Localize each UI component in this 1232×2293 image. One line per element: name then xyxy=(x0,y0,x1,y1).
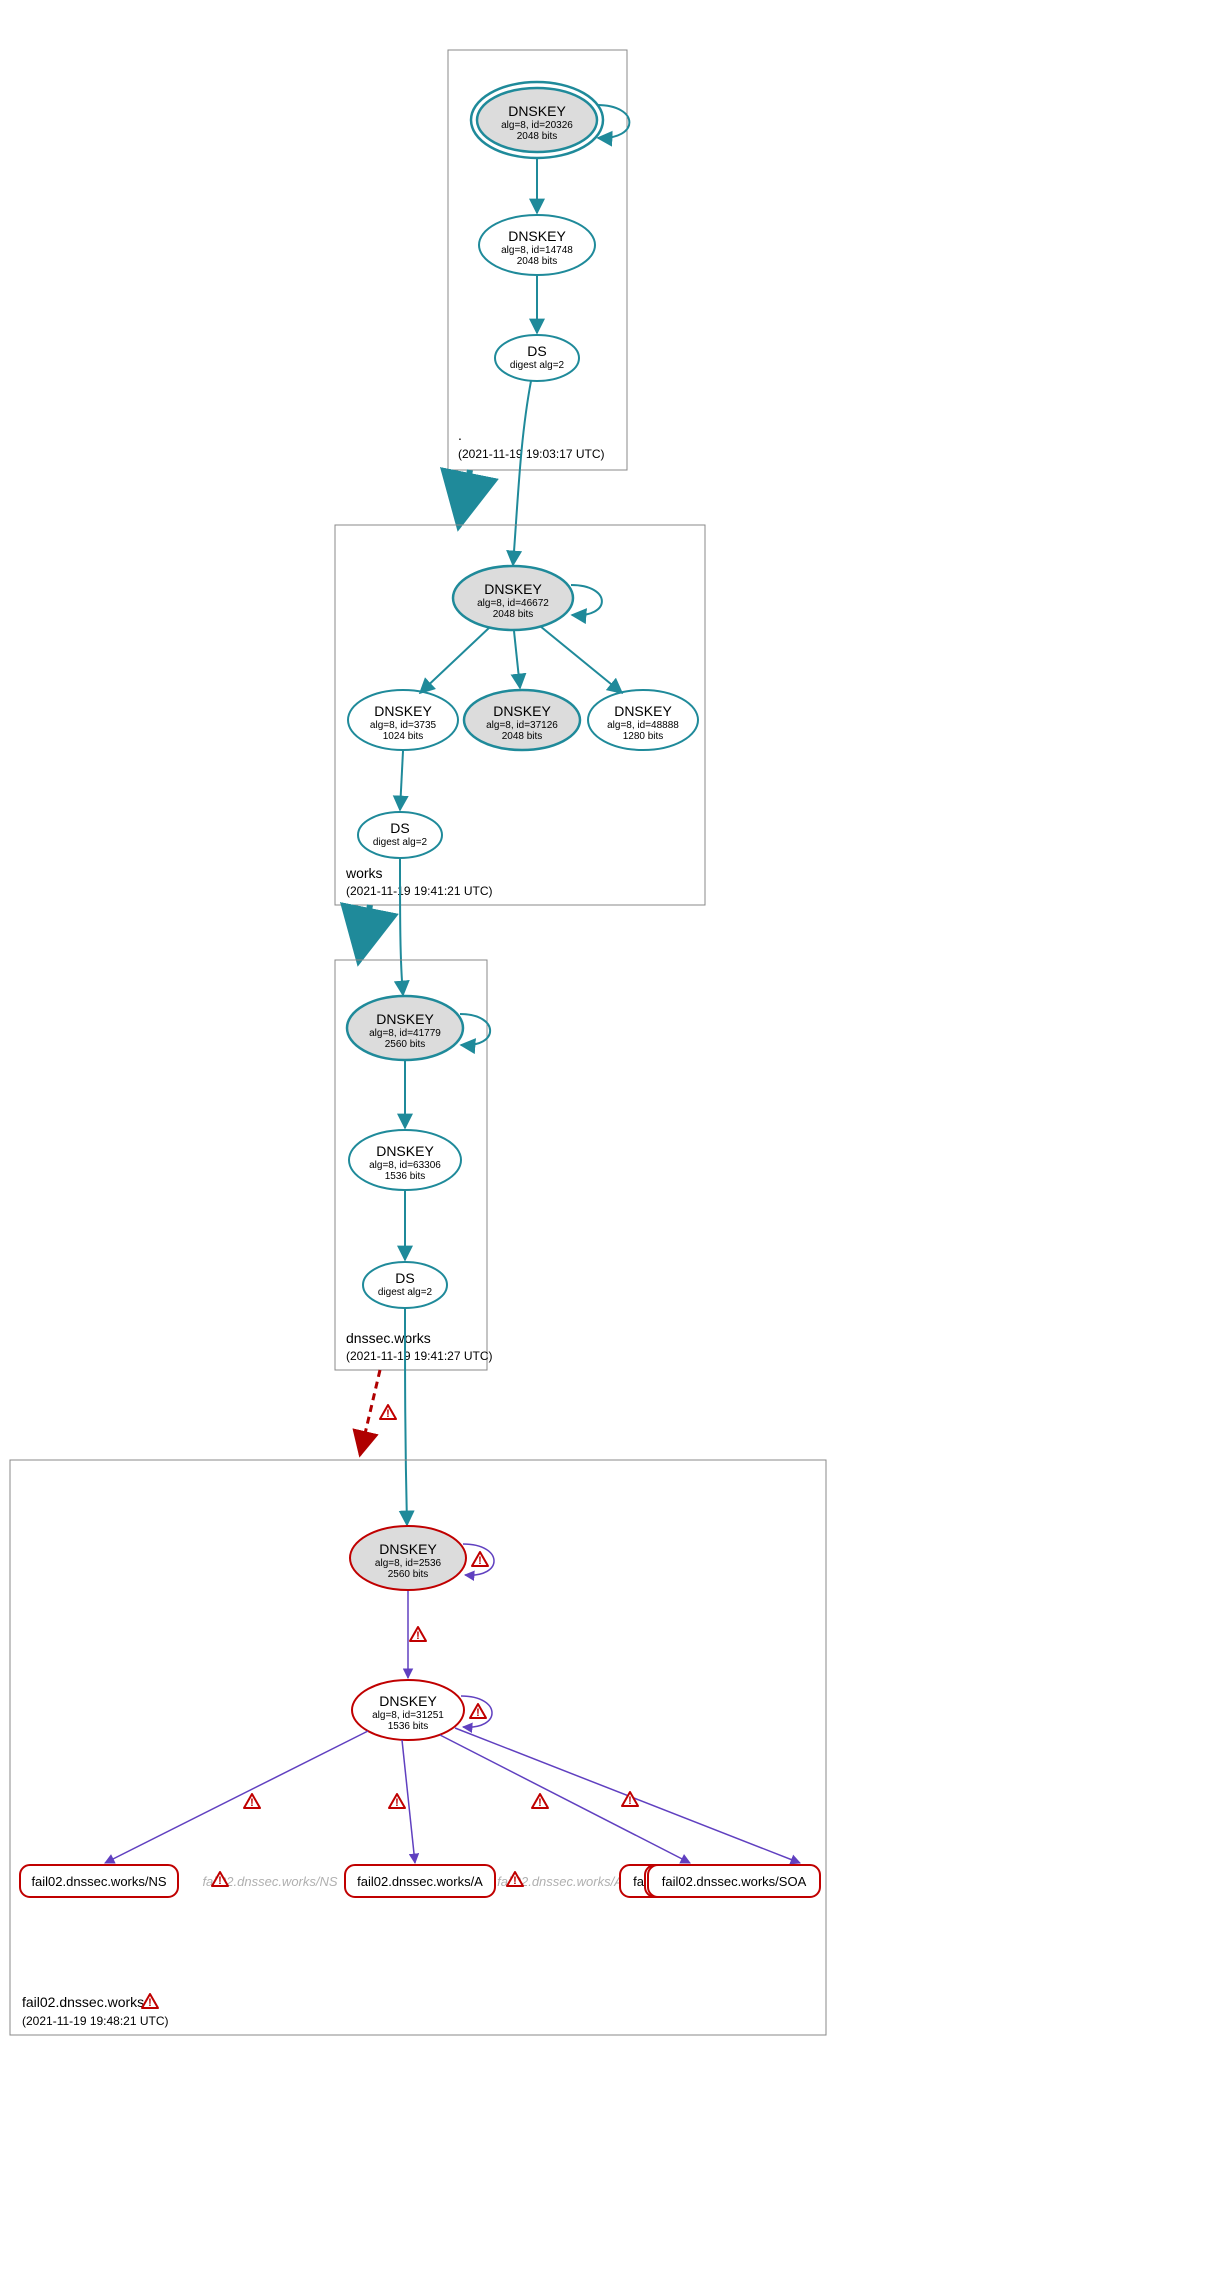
svg-text:alg=8, id=3735: alg=8, id=3735 xyxy=(370,720,437,731)
svg-text:2048 bits: 2048 bits xyxy=(493,609,534,620)
zone-works-label: works xyxy=(345,865,383,881)
svg-text:1024 bits: 1024 bits xyxy=(383,731,424,742)
edge-works-ksk-zsk3 xyxy=(540,626,622,693)
node-dnssec-zsk: DNSKEY alg=8, id=63306 1536 bits xyxy=(349,1130,461,1190)
node-fail-zsk: DNSKEY alg=8, id=31251 1536 bits xyxy=(352,1680,464,1740)
svg-text:DNSKEY: DNSKEY xyxy=(508,228,566,244)
node-works-ds: DS digest alg=2 xyxy=(358,812,442,858)
zone-root-ts: (2021-11-19 19:03:17 UTC) xyxy=(458,447,605,461)
svg-text:DNSKEY: DNSKEY xyxy=(376,1143,434,1159)
svg-text:alg=8, id=63306: alg=8, id=63306 xyxy=(369,1160,441,1171)
node-root-ksk: DNSKEY alg=8, id=20326 2048 bits xyxy=(471,82,603,158)
node-dnssec-ds: DS digest alg=2 xyxy=(363,1262,447,1308)
warning-icon xyxy=(532,1794,548,1809)
svg-text:fail02.dnssec.works/SOA: fail02.dnssec.works/SOA xyxy=(662,1874,807,1889)
zone-works: works (2021-11-19 19:41:21 UTC) DNSKEY a… xyxy=(335,525,705,905)
svg-text:DNSKEY: DNSKEY xyxy=(484,581,542,597)
node-dnssec-ksk: DNSKEY alg=8, id=41779 2560 bits xyxy=(347,996,463,1060)
svg-text:1536 bits: 1536 bits xyxy=(388,1721,429,1732)
svg-text:2560 bits: 2560 bits xyxy=(385,1039,426,1050)
svg-text:fail02.dnssec.works/NS: fail02.dnssec.works/NS xyxy=(31,1874,166,1889)
svg-text:DNSKEY: DNSKEY xyxy=(508,103,566,119)
zone-root-label: . xyxy=(458,427,462,443)
svg-text:DNSKEY: DNSKEY xyxy=(379,1693,437,1709)
svg-text:(2021-11-19 19:48:21 UTC): (2021-11-19 19:48:21 UTC) xyxy=(22,2014,169,2028)
svg-text:DNSKEY: DNSKEY xyxy=(614,703,672,719)
svg-text:(2021-11-19 19:41:27 UTC): (2021-11-19 19:41:27 UTC) xyxy=(346,1349,493,1363)
edge-works-ds-dnssec-ksk xyxy=(400,858,403,995)
svg-text:2560 bits: 2560 bits xyxy=(388,1569,429,1580)
svg-text:DNSKEY: DNSKEY xyxy=(493,703,551,719)
svg-text:DS: DS xyxy=(390,820,409,836)
svg-text:alg=8, id=14748: alg=8, id=14748 xyxy=(501,245,573,256)
node-root-zsk: DNSKEY alg=8, id=14748 2048 bits xyxy=(479,215,595,275)
warning-icon xyxy=(389,1794,405,1809)
warning-icon xyxy=(470,1704,486,1719)
edge-works-zsk1-ds xyxy=(400,751,403,810)
svg-text:DNSKEY: DNSKEY xyxy=(379,1541,437,1557)
svg-text:digest alg=2: digest alg=2 xyxy=(378,1287,433,1298)
svg-text:digest alg=2: digest alg=2 xyxy=(510,360,565,371)
edge-fail-zsk-ns xyxy=(105,1731,368,1863)
warning-icon xyxy=(142,1994,158,2009)
edge-fail-zsk-aaaa xyxy=(440,1735,690,1863)
node-root-ds: DS digest alg=2 xyxy=(495,335,579,381)
svg-text:2048 bits: 2048 bits xyxy=(517,131,558,142)
rrset-ns: fail02.dnssec.works/NS xyxy=(20,1865,178,1897)
edge-works-ksk-zsk2 xyxy=(514,631,520,688)
svg-text:2048 bits: 2048 bits xyxy=(517,256,558,267)
node-fail-ksk: DNSKEY alg=8, id=2536 2560 bits xyxy=(350,1526,466,1590)
rrset-ns-grey: fail02.dnssec.works/NS xyxy=(202,1872,337,1889)
svg-text:DS: DS xyxy=(527,343,546,359)
svg-text:DS: DS xyxy=(395,1270,414,1286)
rrset-a: fail02.dnssec.works/A xyxy=(345,1865,495,1897)
svg-text:2048 bits: 2048 bits xyxy=(502,731,543,742)
node-works-ksk: DNSKEY alg=8, id=46672 2048 bits xyxy=(453,566,573,630)
svg-text:alg=8, id=2536: alg=8, id=2536 xyxy=(375,1558,442,1569)
node-works-zsk2: DNSKEY alg=8, id=37126 2048 bits xyxy=(464,690,580,750)
zone-fail02: fail02.dnssec.works (2021-11-19 19:48:21… xyxy=(10,1460,826,2035)
edge-root-ds-works-ksk xyxy=(513,381,531,565)
rrset-a-grey: fail02.dnssec.works/A xyxy=(497,1872,623,1889)
edge-fail-zsk-a xyxy=(402,1740,415,1863)
warning-icon xyxy=(472,1552,488,1567)
svg-text:alg=8, id=41779: alg=8, id=41779 xyxy=(369,1028,441,1039)
svg-text:alg=8, id=37126: alg=8, id=37126 xyxy=(486,720,558,731)
svg-text:alg=8, id=48888: alg=8, id=48888 xyxy=(607,720,679,731)
warning-icon xyxy=(410,1627,426,1642)
svg-text:alg=8, id=46672: alg=8, id=46672 xyxy=(477,598,549,609)
rrset-soa-visible-final: fail02.dnssec.works/SOA xyxy=(648,1865,820,1897)
zone-fail02-label: fail02.dnssec.works xyxy=(22,1994,144,2010)
svg-text:digest alg=2: digest alg=2 xyxy=(373,837,428,848)
warning-icon xyxy=(380,1405,396,1420)
zone-works-ts: (2021-11-19 19:41:21 UTC) xyxy=(346,884,493,898)
zone-root: . (2021-11-19 19:03:17 UTC) DNSKEY alg=8… xyxy=(448,50,629,470)
svg-text:1536 bits: 1536 bits xyxy=(385,1171,426,1182)
node-works-zsk1: DNSKEY alg=8, id=3735 1024 bits xyxy=(348,690,458,750)
edge-deleg-root-works xyxy=(460,470,470,520)
node-works-zsk3: DNSKEY alg=8, id=48888 1280 bits xyxy=(588,690,698,750)
edge-dnssec-ksk-self xyxy=(460,1014,490,1045)
svg-text:fail02.dnssec.works/A: fail02.dnssec.works/A xyxy=(357,1874,483,1889)
svg-text:alg=8, id=31251: alg=8, id=31251 xyxy=(372,1710,444,1721)
svg-text:1280 bits: 1280 bits xyxy=(623,731,664,742)
edge-works-ksk-self xyxy=(571,585,602,615)
svg-text:DNSKEY: DNSKEY xyxy=(374,703,432,719)
zone-dnssec: dnssec.works (2021-11-19 19:41:27 UTC) D… xyxy=(335,960,493,1370)
edge-deleg-works-dnssec xyxy=(360,905,370,955)
edge-works-ksk-zsk1 xyxy=(420,627,490,693)
edge-deleg-dnssec-fail02 xyxy=(360,1370,380,1455)
warning-icon xyxy=(244,1794,260,1809)
svg-text:alg=8, id=20326: alg=8, id=20326 xyxy=(501,120,573,131)
svg-text:DNSKEY: DNSKEY xyxy=(376,1011,434,1027)
zone-dnssec-label: dnssec.works xyxy=(346,1330,431,1346)
